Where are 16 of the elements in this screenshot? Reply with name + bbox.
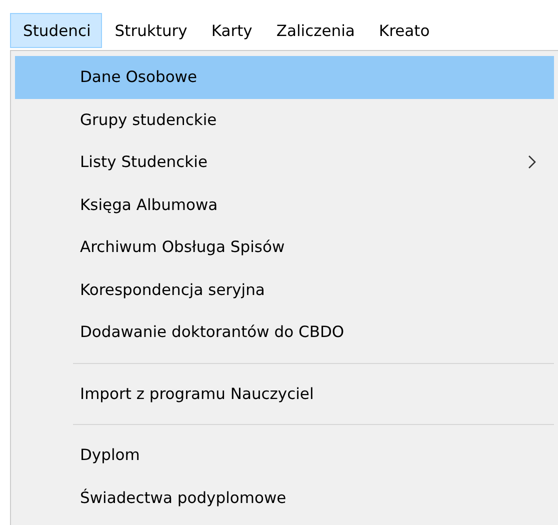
menu-bar-item[interactable]: Struktury — [102, 13, 198, 48]
menu-item[interactable]: Korespondencja seryjna — [15, 268, 554, 311]
menu-bar-item[interactable]: Studenci — [10, 13, 102, 48]
menu-bar-item[interactable]: Karty — [198, 13, 264, 48]
menu-bar-item[interactable]: Zaliczenia — [263, 13, 366, 48]
menu-item[interactable]: Dodawanie doktorantów do CBDO — [15, 311, 554, 354]
menu-item[interactable]: Grupy studenckie — [15, 98, 554, 141]
menu-item[interactable]: Dane Osobowe — [15, 56, 554, 98]
menu-item[interactable]: Dyplom — [15, 434, 554, 476]
chevron-right-icon — [528, 155, 536, 170]
menu-item[interactable]: Listy Studenckie — [15, 141, 554, 184]
menu-item[interactable]: Import z programu Nauczyciel — [15, 372, 554, 415]
menu-item[interactable]: Świadectwa podyplomowe — [15, 476, 554, 519]
menu-bar-item[interactable]: Kreato — [366, 13, 441, 48]
menu-item[interactable]: Archiwum Obsługa Spisów — [15, 226, 554, 268]
menu-item[interactable]: Księga Albumowa — [15, 184, 554, 226]
